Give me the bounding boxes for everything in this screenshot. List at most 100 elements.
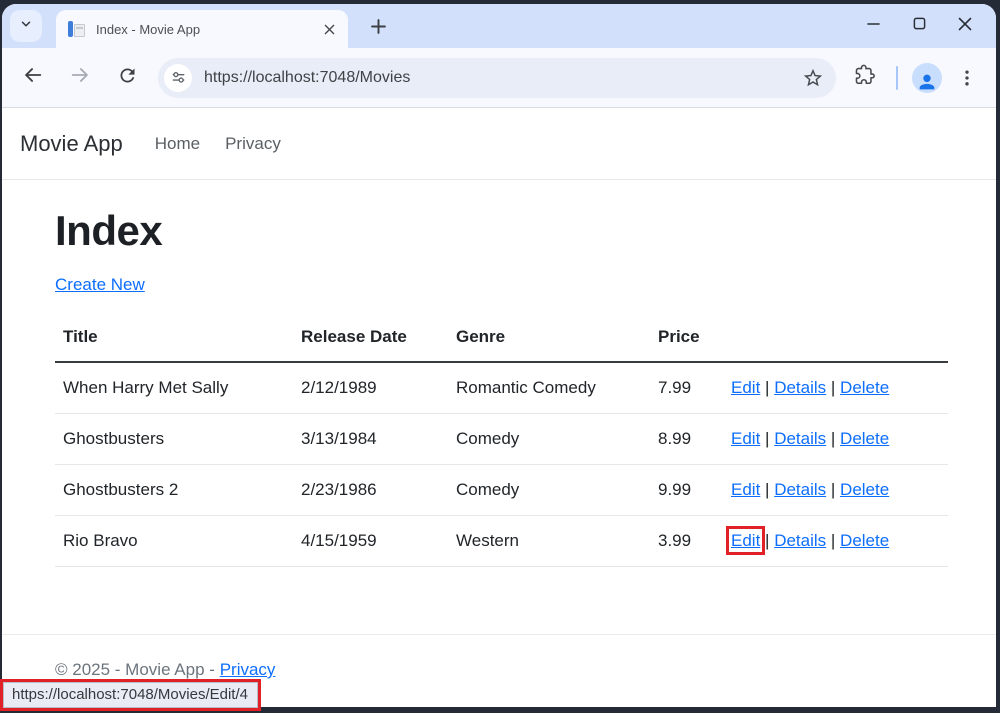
cell-release-date: 4/15/1959 xyxy=(293,516,448,567)
tab-strip: Index - Movie App xyxy=(2,4,996,48)
main-content: Index Create New Title Release Date Genr… xyxy=(2,180,996,634)
tab-search-button[interactable] xyxy=(10,10,42,42)
copyright-text: © 2025 - Movie App - xyxy=(55,660,215,679)
movies-table: Title Release Date Genre Price When Harr… xyxy=(55,319,948,567)
close-window-button[interactable] xyxy=(942,10,988,42)
delete-link[interactable]: Delete xyxy=(840,531,889,550)
header-actions xyxy=(723,319,948,362)
cell-price: 8.99 xyxy=(650,414,723,465)
delete-link[interactable]: Delete xyxy=(840,429,889,448)
tune-icon xyxy=(171,70,186,85)
cell-actions: Edit | Details | Delete xyxy=(723,362,948,414)
cell-genre: Romantic Comedy xyxy=(448,362,650,414)
maximize-icon xyxy=(913,17,926,35)
edit-link[interactable]: Edit xyxy=(731,429,760,448)
tab-title: Index - Movie App xyxy=(96,22,320,37)
browser-window: Index - Movie App xyxy=(2,4,996,707)
forward-arrow-icon xyxy=(69,64,91,91)
minimize-icon xyxy=(867,17,880,35)
brand-link[interactable]: Movie App xyxy=(20,131,123,157)
desktop: { "browser": { "tab": { "title": "Index … xyxy=(0,0,1000,713)
cell-title: Rio Bravo xyxy=(55,516,293,567)
cell-genre: Comedy xyxy=(448,465,650,516)
cell-price: 7.99 xyxy=(650,362,723,414)
action-separator: | xyxy=(831,429,835,448)
three-dots-icon xyxy=(957,68,977,88)
action-separator: | xyxy=(831,480,835,499)
page-title: Index xyxy=(55,207,948,255)
edit-link-highlighted[interactable]: Edit xyxy=(731,531,760,550)
details-link[interactable]: Details xyxy=(774,429,826,448)
reload-icon xyxy=(117,65,138,91)
tab-close-icon[interactable] xyxy=(320,20,338,38)
back-arrow-icon xyxy=(22,64,44,91)
url-text[interactable]: https://localhost:7048/Movies xyxy=(204,69,798,87)
toolbar-separator xyxy=(896,66,898,90)
site-navbar: Movie App Home Privacy xyxy=(2,108,996,180)
address-bar[interactable]: https://localhost:7048/Movies xyxy=(158,58,836,98)
close-icon xyxy=(958,17,972,36)
cell-actions: Edit | Details | Delete xyxy=(723,465,948,516)
header-title: Title xyxy=(55,319,293,362)
action-separator: | xyxy=(765,480,769,499)
edit-link[interactable]: Edit xyxy=(731,378,760,397)
cell-title: Ghostbusters 2 xyxy=(55,465,293,516)
edit-link[interactable]: Edit xyxy=(731,480,760,499)
status-bar: https://localhost:7048/Movies/Edit/4 xyxy=(3,682,258,708)
cell-price: 3.99 xyxy=(650,516,723,567)
table-row: When Harry Met Sally 2/12/1989 Romantic … xyxy=(55,362,948,414)
action-separator: | xyxy=(831,531,835,550)
chevron-down-icon xyxy=(19,17,33,36)
details-link[interactable]: Details xyxy=(774,480,826,499)
action-separator: | xyxy=(765,429,769,448)
cell-release-date: 2/12/1989 xyxy=(293,362,448,414)
action-separator: | xyxy=(765,378,769,397)
person-icon xyxy=(916,71,938,93)
bookmark-button[interactable] xyxy=(798,63,828,93)
header-genre: Genre xyxy=(448,319,650,362)
web-page: Movie App Home Privacy Index Create New … xyxy=(2,108,996,707)
status-url-text: https://localhost:7048/Movies/Edit/4 xyxy=(12,686,248,703)
create-new-link[interactable]: Create New xyxy=(55,275,145,295)
nav-link-home[interactable]: Home xyxy=(155,134,200,154)
table-header-row: Title Release Date Genre Price xyxy=(55,319,948,362)
site-settings-button[interactable] xyxy=(164,64,192,92)
details-link[interactable]: Details xyxy=(774,531,826,550)
back-button[interactable] xyxy=(16,61,50,95)
delete-link[interactable]: Delete xyxy=(840,480,889,499)
puzzle-icon xyxy=(854,64,876,91)
footer-privacy-link[interactable]: Privacy xyxy=(220,660,276,679)
action-separator: | xyxy=(831,378,835,397)
extensions-button[interactable] xyxy=(848,61,882,95)
browser-toolbar: https://localhost:7048/Movies xyxy=(2,48,996,107)
minimize-button[interactable] xyxy=(850,10,896,42)
table-row: Rio Bravo 4/15/1959 Western 3.99 Edit | … xyxy=(55,516,948,567)
nav-link-privacy[interactable]: Privacy xyxy=(225,134,281,154)
browser-menu-button[interactable] xyxy=(952,63,982,93)
window-controls xyxy=(850,10,988,42)
cell-genre: Comedy xyxy=(448,414,650,465)
cell-price: 9.99 xyxy=(650,465,723,516)
reload-button[interactable] xyxy=(110,61,144,95)
star-icon xyxy=(802,67,824,89)
forward-button[interactable] xyxy=(63,61,97,95)
table-row: Ghostbusters 2 2/23/1986 Comedy 9.99 Edi… xyxy=(55,465,948,516)
details-link[interactable]: Details xyxy=(774,378,826,397)
delete-link[interactable]: Delete xyxy=(840,378,889,397)
page-favicon-icon xyxy=(68,20,86,38)
action-separator: | xyxy=(765,531,769,550)
cell-release-date: 3/13/1984 xyxy=(293,414,448,465)
cell-actions: Edit | Details | Delete xyxy=(723,414,948,465)
cell-genre: Western xyxy=(448,516,650,567)
browser-tab[interactable]: Index - Movie App xyxy=(56,10,348,48)
annotation-box-status-url: https://localhost:7048/Movies/Edit/4 xyxy=(0,679,261,711)
plus-icon xyxy=(371,19,386,39)
new-tab-button[interactable] xyxy=(364,15,392,43)
cell-release-date: 2/23/1986 xyxy=(293,465,448,516)
header-release-date: Release Date xyxy=(293,319,448,362)
header-price: Price xyxy=(650,319,723,362)
profile-avatar[interactable] xyxy=(912,63,942,93)
table-row: Ghostbusters 3/13/1984 Comedy 8.99 Edit … xyxy=(55,414,948,465)
maximize-button[interactable] xyxy=(896,10,942,42)
cell-title: Ghostbusters xyxy=(55,414,293,465)
